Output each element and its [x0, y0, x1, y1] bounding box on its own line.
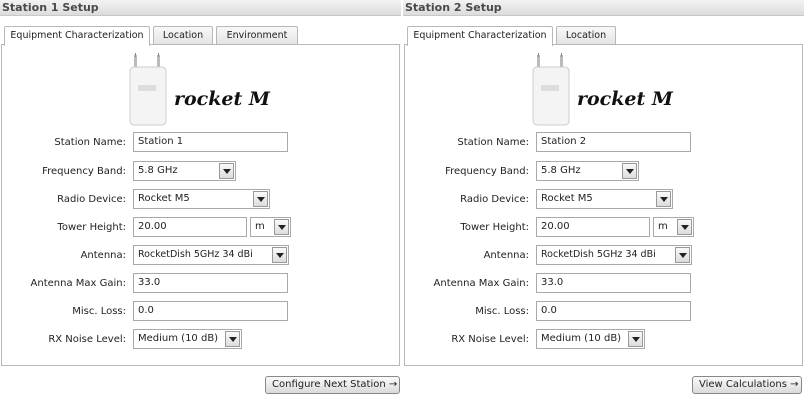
antenna-max-gain-input[interactable]: 33.0: [133, 273, 288, 293]
antenna-value: RocketDish 5GHz 34 dBi: [138, 249, 253, 260]
antenna-max-gain-row: Antenna Max Gain: 33.0: [2, 273, 399, 295]
antenna-label: Antenna:: [483, 250, 529, 261]
configure-next-station-button[interactable]: Configure Next Station →: [265, 376, 400, 394]
station-name-row: Station Name: Station 1: [2, 132, 399, 154]
brand-text: rocket M: [174, 88, 271, 110]
station-1-title: Station 1 Setup: [0, 0, 401, 16]
chevron-down-icon: [622, 163, 637, 179]
misc-loss-label: Misc. Loss:: [72, 306, 126, 317]
radio-device-select[interactable]: Rocket M5: [536, 189, 673, 209]
tower-height-label: Tower Height:: [57, 222, 126, 233]
radio-device-value: Rocket M5: [138, 193, 190, 204]
tower-height-unit-value: m: [658, 221, 668, 232]
rx-noise-level-value: Medium (10 dB): [541, 333, 622, 344]
tower-height-row: Tower Height: 20.00 m: [405, 217, 802, 239]
tower-height-unit-select[interactable]: m: [250, 217, 291, 237]
radio-device-row: Radio Device: Rocket M5: [2, 189, 399, 211]
rocket-m-device-icon: rocket M: [129, 53, 271, 126]
rx-noise-level-label: RX Noise Level:: [451, 334, 529, 345]
chevron-down-icon: [253, 191, 268, 207]
chevron-down-icon: [225, 331, 240, 347]
tab-location[interactable]: Location: [556, 26, 616, 44]
chevron-down-icon: [675, 247, 690, 263]
frequency-band-label: Frequency Band:: [445, 166, 529, 177]
station-2-panel: rocket M Station Name: Station 2 Frequen…: [404, 44, 803, 366]
frequency-band-label: Frequency Band:: [42, 166, 126, 177]
rx-noise-level-value: Medium (10 dB): [138, 333, 219, 344]
frequency-band-select[interactable]: 5.8 GHz: [133, 161, 236, 181]
tower-height-unit-select[interactable]: m: [653, 217, 694, 237]
view-calculations-button[interactable]: View Calculations →: [692, 376, 802, 394]
chevron-down-icon: [274, 219, 289, 235]
station-2-section: Station 2 Setup Equipment Characterizati…: [403, 0, 804, 366]
antenna-label: Antenna:: [80, 250, 126, 261]
tower-height-input[interactable]: 20.00: [133, 217, 247, 237]
tab-equipment-characterization[interactable]: Equipment Characterization: [4, 26, 150, 46]
chevron-down-icon: [272, 247, 287, 263]
tab-location[interactable]: Location: [153, 26, 213, 44]
station-name-input[interactable]: Station 1: [133, 132, 288, 152]
radio-device-row: Radio Device: Rocket M5: [405, 189, 802, 211]
frequency-band-row: Frequency Band: 5.8 GHz: [2, 161, 399, 183]
rx-noise-level-label: RX Noise Level:: [48, 334, 126, 345]
station-name-input[interactable]: Station 2: [536, 132, 691, 152]
brand-text: rocket M: [577, 88, 674, 110]
radio-device-value: Rocket M5: [541, 193, 593, 204]
station-1-panel: rocket M Station Name: Station 1 Frequen…: [1, 44, 400, 366]
tab-environment[interactable]: Environment: [216, 26, 298, 44]
station-name-label: Station Name:: [54, 137, 126, 148]
chevron-down-icon: [219, 163, 234, 179]
frequency-band-value: 5.8 GHz: [541, 165, 581, 176]
antenna-select[interactable]: RocketDish 5GHz 34 dBi: [536, 245, 692, 265]
tower-height-unit-value: m: [255, 221, 265, 232]
antenna-value: RocketDish 5GHz 34 dBi: [541, 249, 656, 260]
frequency-band-value: 5.8 GHz: [138, 165, 178, 176]
radio-device-label: Radio Device:: [57, 194, 126, 205]
misc-loss-input[interactable]: 0.0: [133, 301, 288, 321]
antenna-max-gain-label: Antenna Max Gain:: [30, 278, 126, 289]
frequency-band-select[interactable]: 5.8 GHz: [536, 161, 639, 181]
radio-device-label: Radio Device:: [460, 194, 529, 205]
tower-height-label: Tower Height:: [460, 222, 529, 233]
chevron-down-icon: [677, 219, 692, 235]
antenna-row: Antenna: RocketDish 5GHz 34 dBi: [405, 245, 802, 267]
antenna-max-gain-input[interactable]: 33.0: [536, 273, 691, 293]
station-2-title: Station 2 Setup: [403, 0, 804, 16]
frequency-band-row: Frequency Band: 5.8 GHz: [405, 161, 802, 183]
tab-equipment-characterization[interactable]: Equipment Characterization: [407, 26, 553, 46]
misc-loss-row: Misc. Loss: 0.0: [2, 301, 399, 323]
misc-loss-label: Misc. Loss:: [475, 306, 529, 317]
station-name-row: Station Name: Station 2: [405, 132, 802, 154]
antenna-select[interactable]: RocketDish 5GHz 34 dBi: [133, 245, 289, 265]
antenna-max-gain-label: Antenna Max Gain:: [433, 278, 529, 289]
station-name-label: Station Name:: [457, 137, 529, 148]
radio-device-select[interactable]: Rocket M5: [133, 189, 270, 209]
tower-height-input[interactable]: 20.00: [536, 217, 650, 237]
rx-noise-level-select[interactable]: Medium (10 dB): [536, 329, 645, 349]
rx-noise-level-select[interactable]: Medium (10 dB): [133, 329, 242, 349]
station-1-section: Station 1 Setup Equipment Characterizati…: [0, 0, 401, 366]
antenna-max-gain-row: Antenna Max Gain: 33.0: [405, 273, 802, 295]
chevron-down-icon: [656, 191, 671, 207]
chevron-down-icon: [628, 331, 643, 347]
misc-loss-row: Misc. Loss: 0.0: [405, 301, 802, 323]
rx-noise-level-row: RX Noise Level: Medium (10 dB): [2, 329, 399, 351]
antenna-row: Antenna: RocketDish 5GHz 34 dBi: [2, 245, 399, 267]
tower-height-row: Tower Height: 20.00 m: [2, 217, 399, 239]
rx-noise-level-row: RX Noise Level: Medium (10 dB): [405, 329, 802, 351]
misc-loss-input[interactable]: 0.0: [536, 301, 691, 321]
rocket-m-device-icon: rocket M: [532, 53, 674, 126]
